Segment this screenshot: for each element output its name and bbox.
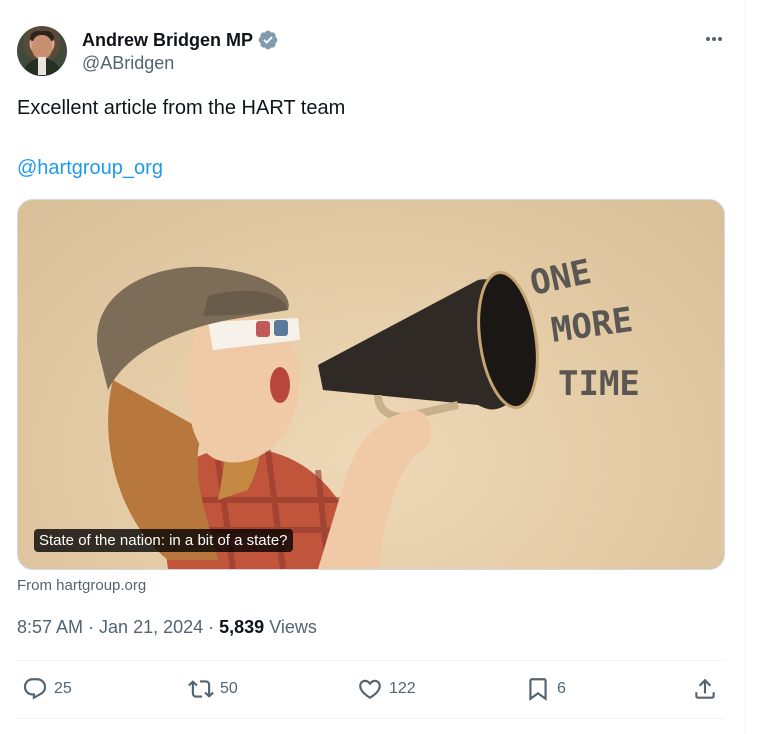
image-text-time: TIME bbox=[558, 364, 640, 404]
avatar-shirt bbox=[38, 57, 46, 75]
like-button[interactable]: 122 bbox=[357, 676, 416, 702]
share-icon bbox=[695, 678, 715, 699]
tweet-meta: 8:57 AM · Jan 21, 2024 · 5,839 Views bbox=[17, 617, 317, 638]
like-count: 122 bbox=[389, 680, 416, 697]
more-dot-icon bbox=[712, 37, 716, 41]
verified-badge-icon[interactable] bbox=[257, 29, 279, 51]
more-dot-icon bbox=[705, 37, 710, 41]
views-label: Views bbox=[269, 617, 317, 637]
meta-separator: · bbox=[208, 617, 215, 637]
meta-separator: · bbox=[88, 617, 95, 637]
link-card[interactable]: ONE MORE TIME State of the nation: in a … bbox=[17, 199, 725, 570]
bookmark-button[interactable]: 6 bbox=[525, 676, 566, 702]
column-border bbox=[745, 0, 746, 734]
arm bbox=[318, 410, 432, 569]
avatar[interactable] bbox=[17, 26, 67, 76]
retweet-count: 50 bbox=[220, 680, 238, 697]
more-dot-icon bbox=[718, 37, 723, 41]
tweet-date[interactable]: Jan 21, 2024 bbox=[99, 617, 203, 638]
avatar-face bbox=[32, 35, 52, 59]
card-source[interactable]: From hartgroup.org bbox=[17, 577, 146, 594]
author-name[interactable]: Andrew Bridgen MP bbox=[82, 30, 253, 51]
mention-link[interactable]: @hartgroup_org bbox=[17, 157, 163, 180]
reply-count: 25 bbox=[54, 680, 72, 697]
reply-button[interactable]: 25 bbox=[22, 676, 72, 702]
image-text-more: MORE bbox=[549, 300, 636, 351]
bookmark-icon bbox=[529, 678, 547, 701]
share-button[interactable] bbox=[692, 676, 718, 702]
retweet-icon bbox=[188, 680, 214, 698]
card-image: ONE MORE TIME bbox=[97, 252, 640, 569]
author-handle[interactable]: @ABridgen bbox=[82, 53, 174, 74]
divider bbox=[17, 660, 725, 661]
reply-icon bbox=[23, 678, 47, 700]
tweet-time[interactable]: 8:57 AM bbox=[17, 617, 83, 638]
retweet-button[interactable]: 50 bbox=[188, 676, 238, 702]
image-text-one: ONE bbox=[527, 252, 595, 304]
bookmark-count: 6 bbox=[557, 680, 566, 697]
views-count: 5,839 bbox=[219, 617, 265, 637]
card-caption: State of the nation: in a bit of a state… bbox=[34, 529, 293, 552]
divider bbox=[17, 718, 725, 719]
author-name-row[interactable]: Andrew Bridgen MP bbox=[82, 29, 279, 51]
heart-icon bbox=[359, 679, 381, 699]
more-options-button[interactable] bbox=[702, 29, 726, 49]
tweet-text: Excellent article from the HART team bbox=[17, 97, 346, 119]
